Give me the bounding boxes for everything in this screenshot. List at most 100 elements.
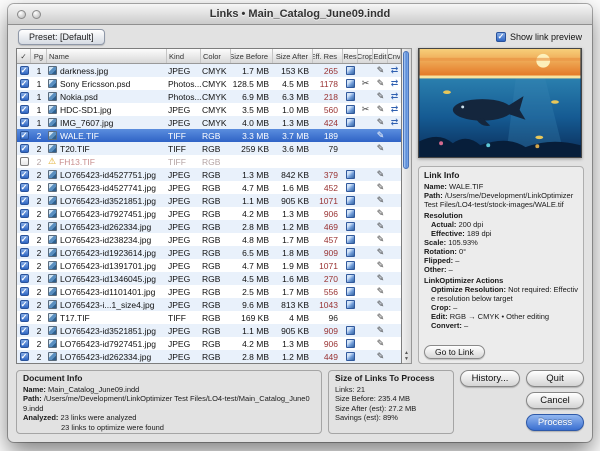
row-checkbox[interactable] [20,261,29,270]
table-row[interactable]: 1HDC-SD1.jpgJPEGCMYK3.5 MB1.0 MB560✂✎⇄ [17,103,401,116]
process-button[interactable]: Process [526,414,584,431]
row-checkbox[interactable] [20,235,29,244]
edit-icon[interactable]: ✎ [377,274,385,283]
row-checkbox[interactable] [20,118,29,127]
edit-icon[interactable]: ✎ [377,339,385,348]
convert-icon[interactable]: ⇄ [391,66,399,75]
show-link-preview-checkbox[interactable]: Show link preview [496,32,582,42]
close-button[interactable] [17,10,26,19]
edit-icon[interactable]: ✎ [377,248,385,257]
edit-icon[interactable]: ✎ [377,352,385,361]
edit-icon[interactable]: ✎ [377,222,385,231]
column-header-size-after[interactable]: Size After [273,49,313,63]
resample-icon[interactable] [346,352,355,361]
resample-icon[interactable] [346,261,355,270]
quit-button[interactable]: Quit [526,370,584,387]
table-row[interactable]: 1darkness.jpgJPEGCMYK1.7 MB153 KB265✎⇄ [17,64,401,77]
convert-icon[interactable]: ⇄ [391,105,399,114]
table-row[interactable]: 2LO765423-id1101401.jpgJPEGRGB2.5 MB1.7 … [17,285,401,298]
edit-icon[interactable]: ✎ [377,131,385,140]
table-row[interactable]: 2LO765423-id4527741.jpgJPEGRGB4.7 MB1.6 … [17,181,401,194]
minimize-button[interactable] [32,10,41,19]
row-checkbox[interactable] [20,300,29,309]
resample-icon[interactable] [346,118,355,127]
row-checkbox[interactable] [20,274,29,283]
row-checkbox[interactable] [20,79,29,88]
scrollbar-arrows-icon[interactable]: ▲▼ [402,350,411,362]
edit-icon[interactable]: ✎ [377,79,385,88]
row-checkbox[interactable] [20,326,29,335]
convert-icon[interactable]: ⇄ [391,79,399,88]
column-header-res[interactable]: Res [343,49,358,63]
row-checkbox[interactable] [20,131,29,140]
table-row[interactable]: 2LO765423-id3521851.jpgJPEGRGB1.1 MB905 … [17,194,401,207]
table-row[interactable]: 2T20.TIFTIFFRGB259 KB3.6 MB79✎ [17,142,401,155]
row-checkbox[interactable] [20,248,29,257]
title-bar[interactable]: Links • Main_Catalog_June09.indd [8,4,592,25]
edit-icon[interactable]: ✎ [377,144,385,153]
preset-button[interactable]: Preset: [Default] [18,29,105,45]
edit-icon[interactable]: ✎ [377,287,385,296]
history-button[interactable]: History... [460,370,520,387]
edit-icon[interactable]: ✎ [377,209,385,218]
row-checkbox[interactable] [20,209,29,218]
column-header-crop[interactable]: Crop [358,49,373,63]
resample-icon[interactable] [346,339,355,348]
table-row[interactable]: 2LO765423-id262334.jpgJPEGRGB2.8 MB1.2 M… [17,350,401,363]
resample-icon[interactable] [346,196,355,205]
edit-icon[interactable]: ✎ [377,313,385,322]
row-checkbox[interactable] [20,313,29,322]
table-row[interactable]: 2LO765423-id4527751.jpgJPEGRGB1.3 MB842 … [17,168,401,181]
resample-icon[interactable] [346,79,355,88]
table-row[interactable]: 2LO765423-id7927451.jpgJPEGRGB4.2 MB1.3 … [17,207,401,220]
edit-icon[interactable]: ✎ [377,105,385,114]
resample-icon[interactable] [346,248,355,257]
table-row[interactable]: 2LO765423-id262334.jpgJPEGRGB2.8 MB1.2 M… [17,220,401,233]
table-row[interactable]: 2LO765423-id238234.jpgJPEGRGB4.8 MB1.7 M… [17,233,401,246]
convert-icon[interactable]: ⇄ [391,118,399,127]
edit-icon[interactable]: ✎ [377,326,385,335]
column-header-kind[interactable]: Kind [167,49,201,63]
row-checkbox[interactable] [20,196,29,205]
resample-icon[interactable] [346,183,355,192]
vertical-scrollbar[interactable]: ▲▼ [402,48,412,364]
column-header-check[interactable]: ✓ [17,49,31,63]
edit-icon[interactable]: ✎ [377,261,385,270]
resample-icon[interactable] [346,287,355,296]
table-row[interactable]: 2WALE.TIFTIFFRGB3.3 MB3.7 MB189✎ [17,129,401,142]
edit-icon[interactable]: ✎ [377,235,385,244]
resample-icon[interactable] [346,274,355,283]
column-header-eff-res[interactable]: Eff. Res [313,49,343,63]
cancel-button[interactable]: Cancel [526,392,584,409]
column-header-color[interactable]: Color [201,49,231,63]
row-checkbox[interactable] [20,92,29,101]
table-row[interactable]: 2LO765423-id1923614.jpgJPEGRGB6.5 MB1.8 … [17,246,401,259]
edit-icon[interactable]: ✎ [377,183,385,192]
resample-icon[interactable] [346,235,355,244]
table-row[interactable]: 2LO765423-i...1_size4.jpgJPEGRGB9.6 MB81… [17,298,401,311]
row-checkbox[interactable] [20,183,29,192]
row-checkbox[interactable] [20,352,29,361]
row-checkbox[interactable] [20,105,29,114]
resample-icon[interactable] [346,105,355,114]
table-row[interactable]: 1Nokia.psdPhotos...CMYK6.9 MB6.3 MB218✎⇄ [17,90,401,103]
table-row[interactable]: 2⚠FH13.TIFTIFFRGB [17,155,401,168]
row-checkbox[interactable] [20,287,29,296]
table-row[interactable]: 1IMG_7607.jpgJPEGCMYK4.0 MB1.3 MB424✎⇄ [17,116,401,129]
column-header-cnv[interactable]: Cnv [388,49,401,63]
edit-icon[interactable]: ✎ [377,92,385,101]
resample-icon[interactable] [346,326,355,335]
column-header-pg[interactable]: Pg [31,49,47,63]
row-checkbox[interactable] [20,66,29,75]
crop-icon[interactable]: ✂ [362,105,370,114]
resample-icon[interactable] [346,170,355,179]
resample-icon[interactable] [346,209,355,218]
edit-icon[interactable]: ✎ [377,66,385,75]
edit-icon[interactable]: ✎ [377,196,385,205]
scrollbar-thumb[interactable] [403,51,409,169]
go-to-link-button[interactable]: Go to Link [424,345,485,359]
row-checkbox[interactable] [20,222,29,231]
edit-icon[interactable]: ✎ [377,118,385,127]
row-checkbox[interactable] [20,170,29,179]
column-header-edit[interactable]: Edit [373,49,388,63]
